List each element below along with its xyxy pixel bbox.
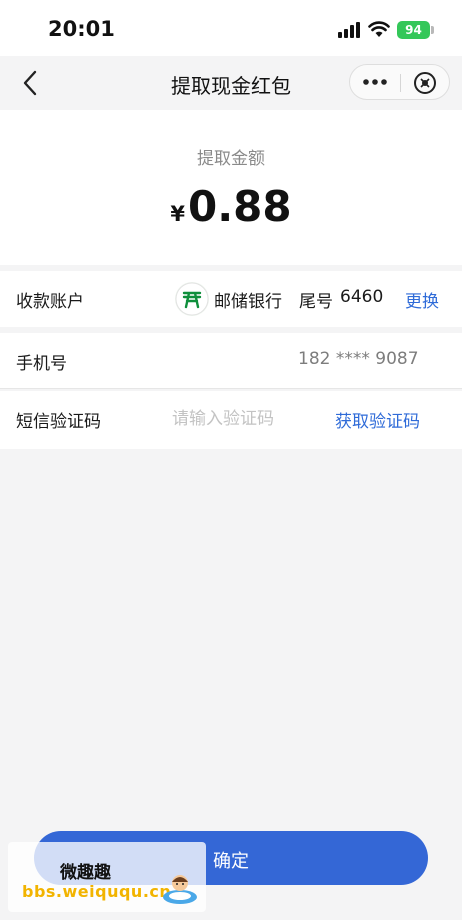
phone-label: 手机号 [16,354,67,374]
change-account-link[interactable]: 更换 [405,287,439,312]
bank-name: 邮储银行 [214,292,282,312]
tail-label: 尾号 [299,292,333,312]
mini-program-capsule [349,64,450,100]
watermark-title: 微趣趣 [60,863,111,883]
back-icon[interactable] [20,70,44,96]
wifi-icon [368,21,390,37]
status-bar: 20:01 94 [0,0,462,56]
currency-symbol: ¥ [170,202,185,226]
mascot-icon [163,875,197,904]
amount-value: ¥0.88 [0,182,462,231]
battery-level: 94 [405,23,422,37]
phone-value: 182 **** 9087 [298,349,419,369]
battery-icon: 94 [397,21,430,39]
status-time: 20:01 [48,17,115,41]
amount-card: 提取金额 ¥0.88 [0,110,462,265]
account-row: 收款账户 邮储银行 尾号 6460 更换 [0,271,462,327]
sms-code-row: 短信验证码 获取验证码 [0,391,462,449]
sms-code-label: 短信验证码 [16,412,101,432]
tail-number: 6460 [340,287,384,307]
phone-row: 手机号 182 **** 9087 [0,333,462,389]
sms-code-input[interactable] [172,405,322,433]
row-divider [0,388,462,389]
amount-label: 提取金额 [197,149,265,169]
get-code-button[interactable]: 获取验证码 [335,407,420,432]
battery-tip [431,26,434,34]
more-icon[interactable] [362,73,388,91]
nav-bar: 提取现金红包 [0,56,462,110]
bank-logo-icon [175,282,209,316]
signal-icon [338,22,360,38]
close-icon[interactable] [413,71,437,95]
capsule-divider [400,74,401,92]
account-label: 收款账户 [16,292,84,312]
amount-number: 0.88 [187,182,292,231]
watermark-url: bbs.weiququ.cn [22,882,172,901]
watermark-logo: 微趣趣 bbs.weiququ.cn [8,842,206,912]
